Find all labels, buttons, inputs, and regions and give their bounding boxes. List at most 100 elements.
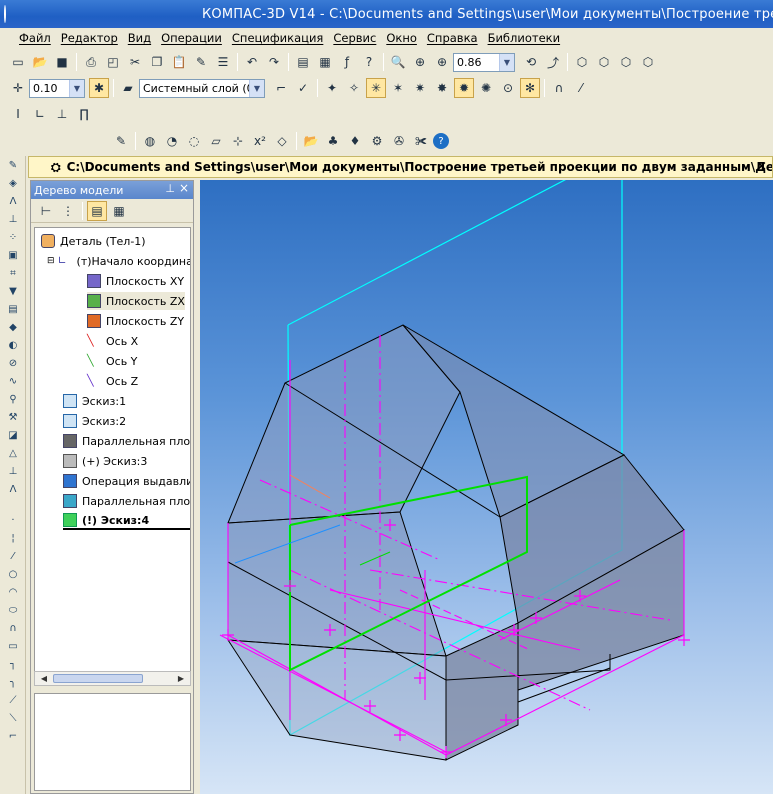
list-icon[interactable]: ☰ — [213, 52, 233, 72]
sketch-mode-icon[interactable]: ⌐ — [271, 78, 291, 98]
tree-node-axis-y[interactable]: ╲ Ось Y — [87, 352, 137, 370]
chevron-down-icon[interactable]: ▼ — [249, 79, 264, 97]
tree-node-plane-zx[interactable]: Плоскость ZX — [87, 292, 185, 310]
tool-angle-icon[interactable]: Ʌ — [3, 481, 23, 498]
tool-fill-icon[interactable]: ◆ — [3, 319, 23, 336]
tool-array-icon[interactable]: ⁘ — [3, 229, 23, 246]
variables-icon[interactable]: ƒ — [337, 52, 357, 72]
tree-node-plane-xy[interactable]: Плоскость XY — [87, 272, 184, 290]
copy-icon[interactable]: ❐ — [147, 52, 167, 72]
app-library-icon[interactable]: ♦ — [345, 131, 365, 151]
tree-hscrollbar[interactable]: ◀ ▶ — [34, 671, 191, 686]
tool-hammer-icon[interactable]: ⚒ — [3, 409, 23, 426]
rough-tool-icon[interactable]: ∏ — [74, 104, 94, 124]
tools-icon[interactable]: ✇ — [389, 131, 409, 151]
zoom-window-icon[interactable]: 🔍 — [388, 52, 408, 72]
scroll-thumb[interactable] — [53, 674, 143, 683]
snap-end-icon[interactable]: ✧ — [344, 78, 364, 98]
tool-corner-icon[interactable]: ┐ — [3, 656, 23, 673]
local-cs-icon[interactable]: ✛ — [8, 78, 28, 98]
print-icon[interactable]: ⎙ — [81, 52, 101, 72]
tree-node-origin[interactable]: ⊟ ∟ (т)Начало координат — [47, 252, 190, 270]
close-panel-icon[interactable]: × — [179, 181, 189, 195]
power-icon[interactable]: x² — [250, 131, 270, 151]
scroll-right-icon[interactable]: ▶ — [174, 673, 188, 684]
menu-edit[interactable]: Редактор — [56, 31, 123, 45]
section-icon[interactable]: ◔ — [162, 131, 182, 151]
tool-diag-icon[interactable]: ◪ — [3, 427, 23, 444]
tool-seg-icon[interactable]: ⁄ — [3, 548, 23, 565]
menu-libraries[interactable]: Библиотеки — [483, 31, 566, 45]
manager-icon[interactable]: ▤ — [293, 52, 313, 72]
tool-chamfer-icon[interactable]: ⟋ — [3, 692, 23, 709]
tool-circle-icon[interactable]: ○ — [3, 566, 23, 583]
tree-props-icon[interactable]: ▦ — [109, 201, 129, 221]
tool-clip-icon[interactable]: ⊘ — [3, 355, 23, 372]
tool-vline-icon[interactable]: ¦ — [3, 530, 23, 547]
corner-tool-icon[interactable]: ∟ — [30, 104, 50, 124]
wrench-icon[interactable]: ✀ — [411, 131, 431, 151]
tool-fillet-icon[interactable]: ╮ — [3, 674, 23, 691]
chevron-down-icon[interactable]: ▼ — [499, 53, 514, 71]
save-icon[interactable]: ■ — [52, 52, 72, 72]
cut-icon[interactable]: ✂ — [125, 52, 145, 72]
wand-icon[interactable]: ⁄ — [571, 78, 591, 98]
view-cube-4-icon[interactable]: ⬡ — [638, 52, 658, 72]
layers-icon[interactable]: ▰ — [118, 78, 138, 98]
menu-operations[interactable]: Операции — [156, 31, 227, 45]
tool-ellipse-icon[interactable]: ⬭ — [3, 602, 23, 619]
snap-normal-icon[interactable]: ✸ — [432, 78, 452, 98]
menu-window[interactable]: Окно — [381, 31, 422, 45]
parameterize-icon[interactable]: ✓ — [293, 78, 313, 98]
snap-point-icon[interactable]: ✦ — [322, 78, 342, 98]
tool-trim-icon[interactable]: ⟍ — [3, 710, 23, 727]
redo-icon[interactable]: ↷ — [264, 52, 284, 72]
undo-icon[interactable]: ↶ — [242, 52, 262, 72]
tree-node-sketch-1[interactable]: Эскиз:1 — [63, 392, 126, 410]
view-cube-1-icon[interactable]: ⬡ — [572, 52, 592, 72]
zoom-combo[interactable]: 0.86 ▼ — [453, 52, 515, 72]
tree-node-axis-x[interactable]: ╲ Ось X — [87, 332, 138, 350]
menu-help[interactable]: Справка — [422, 31, 483, 45]
tree-node-sketch-3[interactable]: (+) Эскиз:3 — [63, 452, 147, 470]
tool-dim-icon[interactable]: ⊥ — [3, 211, 23, 228]
library-icon[interactable]: ▦ — [315, 52, 335, 72]
snap-middle-icon[interactable]: ✳ — [366, 78, 386, 98]
new-document-icon[interactable]: ▭ — [8, 52, 28, 72]
tool-sheet-icon[interactable]: ⌗ — [3, 265, 23, 282]
menu-view[interactable]: Вид — [123, 31, 156, 45]
hatch-icon[interactable]: ▱ — [206, 131, 226, 151]
tool-wave-icon[interactable]: ∩ — [3, 620, 23, 637]
orientation-icon[interactable]: ⤴ — [543, 52, 563, 72]
zoom-in-icon[interactable]: ⊕ — [432, 52, 452, 72]
tool-point-icon[interactable]: · — [3, 512, 23, 529]
layer-combo[interactable]: Системный слой (0) ▼ — [139, 78, 265, 98]
tool-solid-icon[interactable]: ◈ — [3, 175, 23, 192]
tool-rect-icon[interactable]: ▭ — [3, 638, 23, 655]
settings-icon[interactable]: ⚙ — [367, 131, 387, 151]
zoom-fit-icon[interactable]: ⊕ — [410, 52, 430, 72]
tree-filter-icon[interactable]: ⋮ — [58, 201, 78, 221]
help-pointer-icon[interactable]: ? — [359, 52, 379, 72]
tool-dim2-icon[interactable]: ⊥ — [3, 463, 23, 480]
tool-curve-icon[interactable]: Ʌ — [3, 193, 23, 210]
tree-structure-icon[interactable]: ⊢ — [36, 201, 56, 221]
tool-tri-icon[interactable]: △ — [3, 445, 23, 462]
open-folder-icon[interactable]: 📂 — [30, 52, 50, 72]
tool-pin-icon[interactable]: ⚲ — [3, 391, 23, 408]
rotate-icon[interactable]: ⟲ — [521, 52, 541, 72]
tree-node-part[interactable]: Деталь (Тел-1) — [41, 232, 146, 250]
measure-icon[interactable]: ✎ — [111, 131, 131, 151]
tool-arc-icon[interactable]: ◐ — [3, 337, 23, 354]
model-viewport[interactable] — [200, 180, 773, 794]
view-cube-2-icon[interactable]: ⬡ — [594, 52, 614, 72]
snap-center-icon[interactable]: ⊙ — [498, 78, 518, 98]
tool-frame-icon[interactable]: ⌐ — [3, 728, 23, 745]
tool-edit-icon[interactable]: ✎ — [3, 157, 23, 174]
help-icon[interactable]: ? — [433, 133, 449, 149]
menu-file[interactable]: Файл — [14, 31, 56, 45]
tree-view-icon[interactable]: ▤ — [87, 200, 107, 221]
tree-node-parallel-plane-1[interactable]: Параллельная плоскость — [63, 432, 190, 450]
tool-arc2-icon[interactable]: ◠ — [3, 584, 23, 601]
snap-toggle-icon[interactable]: ✱ — [89, 78, 109, 98]
